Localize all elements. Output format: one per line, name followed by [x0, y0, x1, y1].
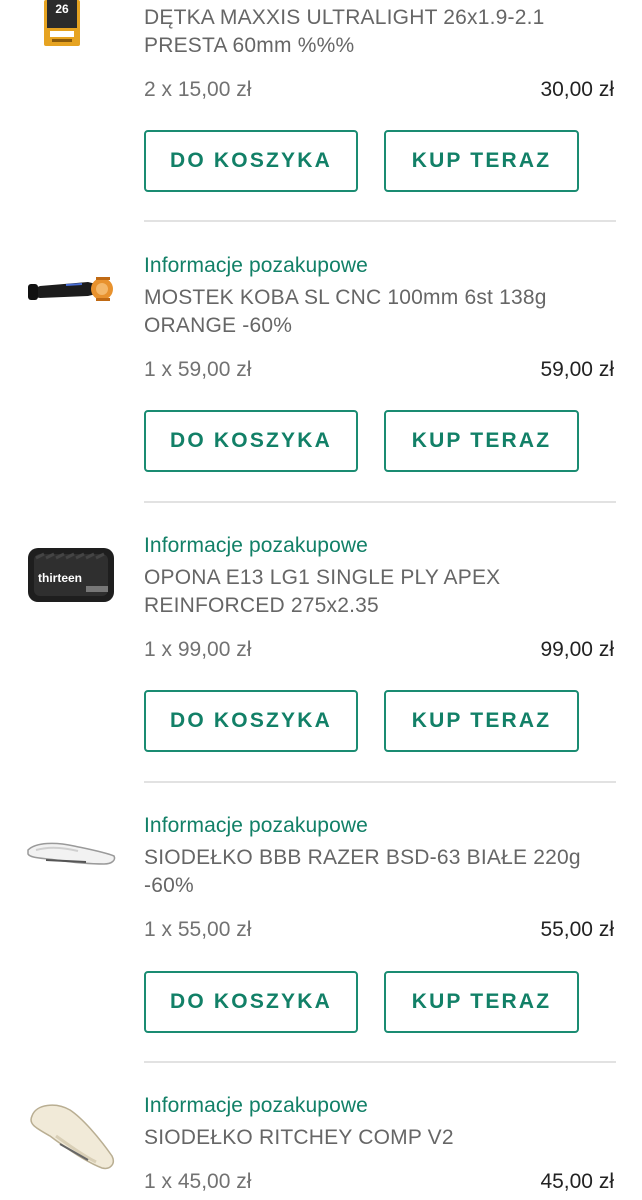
line-total: 30,00 zł — [540, 78, 614, 101]
add-to-cart-button[interactable]: DO KOSZYKA — [144, 130, 358, 192]
product-title[interactable]: SIODEŁKO BBB RAZER BSD-63 BIAŁE 220g -60… — [144, 844, 614, 900]
buy-now-button[interactable]: KUP TERAZ — [384, 971, 579, 1033]
after-purchase-info-link[interactable]: Informacje pozakupowe — [144, 534, 368, 558]
buy-now-button[interactable]: KUP TERAZ — [384, 130, 579, 192]
divider — [144, 220, 616, 222]
product-title[interactable]: MOSTEK KOBA SL CNC 100mm 6st 138g ORANGE… — [144, 284, 614, 340]
quantity-price: 1 x 45,00 zł — [144, 1170, 252, 1193]
tire-icon[interactable]: thirteen — [26, 544, 118, 606]
svg-text:thirteen: thirteen — [38, 571, 82, 585]
product-title[interactable]: SIODEŁKO RITCHEY COMP V2 — [144, 1124, 614, 1152]
quantity-price: 1 x 55,00 zł — [144, 918, 252, 941]
line-total: 45,00 zł — [540, 1170, 614, 1193]
bike-stem-icon[interactable] — [26, 268, 118, 328]
product-title[interactable]: DĘTKA MAXXIS ULTRALIGHT 26x1.9-2.1 PREST… — [144, 4, 614, 60]
quantity-price: 1 x 59,00 zł — [144, 358, 252, 381]
line-total: 59,00 zł — [540, 358, 614, 381]
white-saddle-icon[interactable] — [26, 836, 118, 876]
svg-text:26: 26 — [55, 2, 69, 16]
add-to-cart-button[interactable]: DO KOSZYKA — [144, 410, 358, 472]
add-to-cart-button[interactable]: DO KOSZYKA — [144, 971, 358, 1033]
product-title[interactable]: OPONA E13 LG1 SINGLE PLY APEX REINFORCED… — [144, 564, 614, 620]
after-purchase-info-link[interactable]: Informacje pozakupowe — [144, 814, 368, 838]
divider — [144, 1061, 616, 1063]
cream-saddle-icon[interactable] — [26, 1100, 118, 1172]
buy-now-button[interactable]: KUP TERAZ — [384, 410, 579, 472]
after-purchase-info-link[interactable]: Informacje pozakupowe — [144, 1094, 368, 1118]
quantity-price: 2 x 15,00 zł — [144, 78, 252, 101]
line-total: 55,00 zł — [540, 918, 614, 941]
after-purchase-info-link[interactable]: Informacje pozakupowe — [144, 254, 368, 278]
inner-tube-package-icon[interactable]: 26 — [44, 0, 80, 48]
divider — [144, 781, 616, 783]
quantity-price: 1 x 99,00 zł — [144, 638, 252, 661]
add-to-cart-button[interactable]: DO KOSZYKA — [144, 690, 358, 752]
line-total: 99,00 zł — [540, 638, 614, 661]
divider — [144, 501, 616, 503]
buy-now-button[interactable]: KUP TERAZ — [384, 690, 579, 752]
